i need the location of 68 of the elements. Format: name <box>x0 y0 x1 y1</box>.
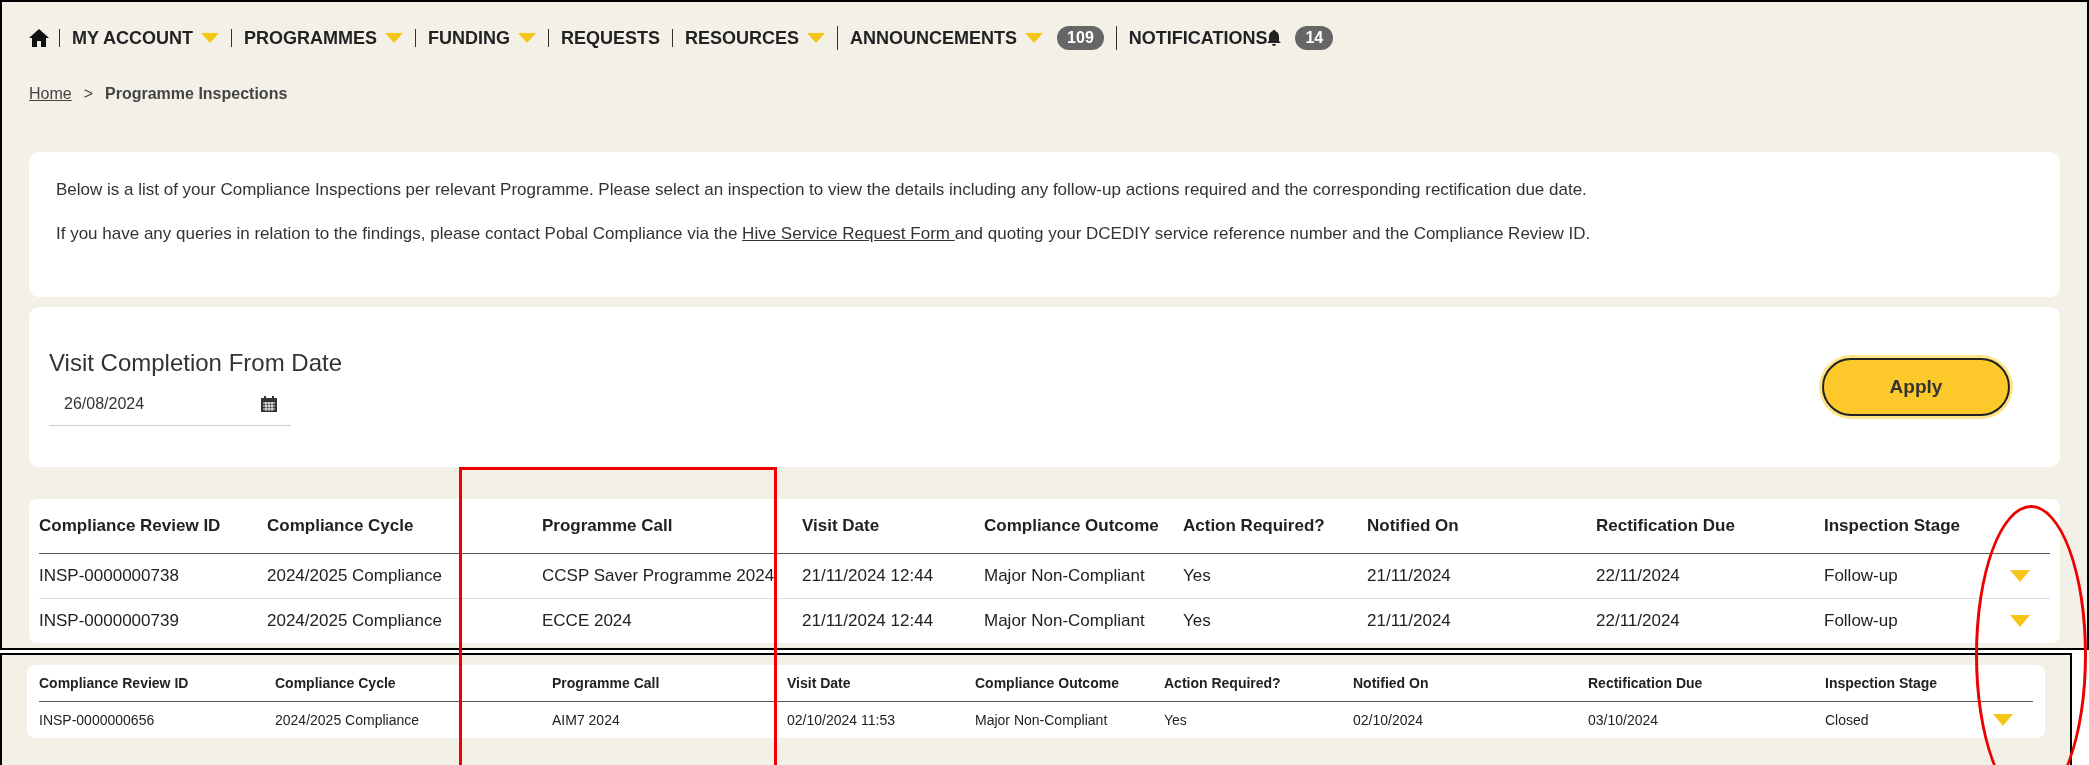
apply-button[interactable]: Apply <box>1822 358 2010 416</box>
calendar-icon[interactable] <box>261 395 277 412</box>
column-header: Compliance Cycle <box>267 516 415 536</box>
table-cell-text: CCSP Saver Programme 2024 <box>542 566 776 586</box>
column-header: Visit Date <box>802 516 881 536</box>
table-cell-text: AIM7 2024 <box>552 712 621 728</box>
table-cell-text: Follow-up <box>1824 611 1899 631</box>
nav-link[interactable]: ANNOUNCEMENTS 109 <box>837 26 1116 50</box>
table-cell-text: INSP-0000000656 <box>39 712 156 728</box>
table-cell-text: Yes <box>1183 611 1212 631</box>
table-cell-text: Yes <box>1164 712 1188 728</box>
column-header: Inspection Stage <box>1825 675 1939 691</box>
table-cell-text: INSP-0000000739 <box>39 611 180 631</box>
home-icon[interactable] <box>29 29 49 47</box>
table-cell-text: Major Non-Compliant <box>984 566 1146 586</box>
column-header: Rectification Due <box>1596 516 1736 536</box>
column-header: Inspection Stage <box>1824 516 1962 536</box>
table-cell-text: 02/10/2024 <box>1353 712 1425 728</box>
column-header: Visit Date <box>787 675 852 691</box>
service-request-link[interactable]: Hive Service Request Form <box>742 224 955 243</box>
nav-link[interactable]: MY ACCOUNT <box>59 29 231 47</box>
table-cell-text: 02/10/2024 11:53 <box>787 712 896 728</box>
table-cell-text: 22/11/2024 <box>1596 611 1681 631</box>
table-cell-text: 21/11/2024 12:44 <box>802 566 935 586</box>
table-cell-text: 2024/2025 Compliance <box>275 712 420 728</box>
column-header: Notified On <box>1353 675 1430 691</box>
breadcrumb-current: Programme Inspections <box>105 85 288 103</box>
nav-link[interactable]: PROGRAMMES <box>231 29 415 47</box>
expand-caret-icon[interactable] <box>2010 570 2030 582</box>
breadcrumb-separator: > <box>83 85 94 103</box>
info-text: Below is a list of your Compliance Inspections per relevant Programme. Please select an inspection to view the details including any follow-up actions required and the corresponding rectification due date. <box>56 180 1588 200</box>
nav-link[interactable]: NOTIFICATIONS 14 <box>1115 26 1346 50</box>
column-header: Compliance Outcome <box>975 675 1120 691</box>
table-cell-text: Yes <box>1183 566 1212 586</box>
table-cell-text: 2024/2025 Compliance <box>267 566 443 586</box>
nav-link[interactable]: FUNDING <box>415 29 548 47</box>
table-cell-text: 03/10/2024 <box>1588 712 1660 728</box>
date-field[interactable]: 26/08/2024 <box>49 382 291 426</box>
count-badge: 14 <box>1295 26 1334 50</box>
expand-caret-icon[interactable] <box>1993 714 2013 726</box>
nav-link[interactable]: REQUESTS <box>548 29 673 47</box>
table-cell-text: INSP-0000000738 <box>39 566 180 586</box>
column-header: Rectification Due <box>1588 675 1704 691</box>
column-header: Compliance Cycle <box>275 675 397 691</box>
column-header: Compliance Outcome <box>984 516 1160 536</box>
table-cell-text: Major Non-Compliant <box>984 611 1146 631</box>
breadcrumb-link[interactable]: Home <box>29 85 72 103</box>
table-cell-text: 2024/2025 Compliance <box>267 611 443 631</box>
table-cell-text: 21/11/2024 12:44 <box>802 611 935 631</box>
column-header: Programme Call <box>542 516 674 536</box>
table-cell-text: 21/11/2024 <box>1367 611 1452 631</box>
nav-link[interactable]: RESOURCES <box>672 29 838 47</box>
column-header: Programme Call <box>552 675 661 691</box>
column-header: Action Required? <box>1164 675 1282 691</box>
table-cell-text: Major Non-Compliant <box>975 712 1109 728</box>
column-header: Compliance Review ID <box>39 516 222 536</box>
info-text: If you have any queries in relation to the findings, please contact Pobal Compliance via the Hive Service Request Form and quoting your DCEDIY service reference number and the Compliance Review ID. <box>56 224 1592 244</box>
count-badge: 109 <box>1057 26 1104 50</box>
filter-label: Visit Completion From Date <box>49 348 342 377</box>
column-header: Notified On <box>1367 516 1460 536</box>
table-cell-text: Follow-up <box>1824 566 1899 586</box>
table-cell-text: Closed <box>1825 712 1870 728</box>
table-cell-text: ECCE 2024 <box>542 611 633 631</box>
expand-caret-icon[interactable] <box>2010 615 2030 627</box>
column-header: Action Required? <box>1183 516 1326 536</box>
column-header: Compliance Review ID <box>39 675 190 691</box>
table-cell-text: 21/11/2024 <box>1367 566 1452 586</box>
table-cell-text: 22/11/2024 <box>1596 566 1681 586</box>
